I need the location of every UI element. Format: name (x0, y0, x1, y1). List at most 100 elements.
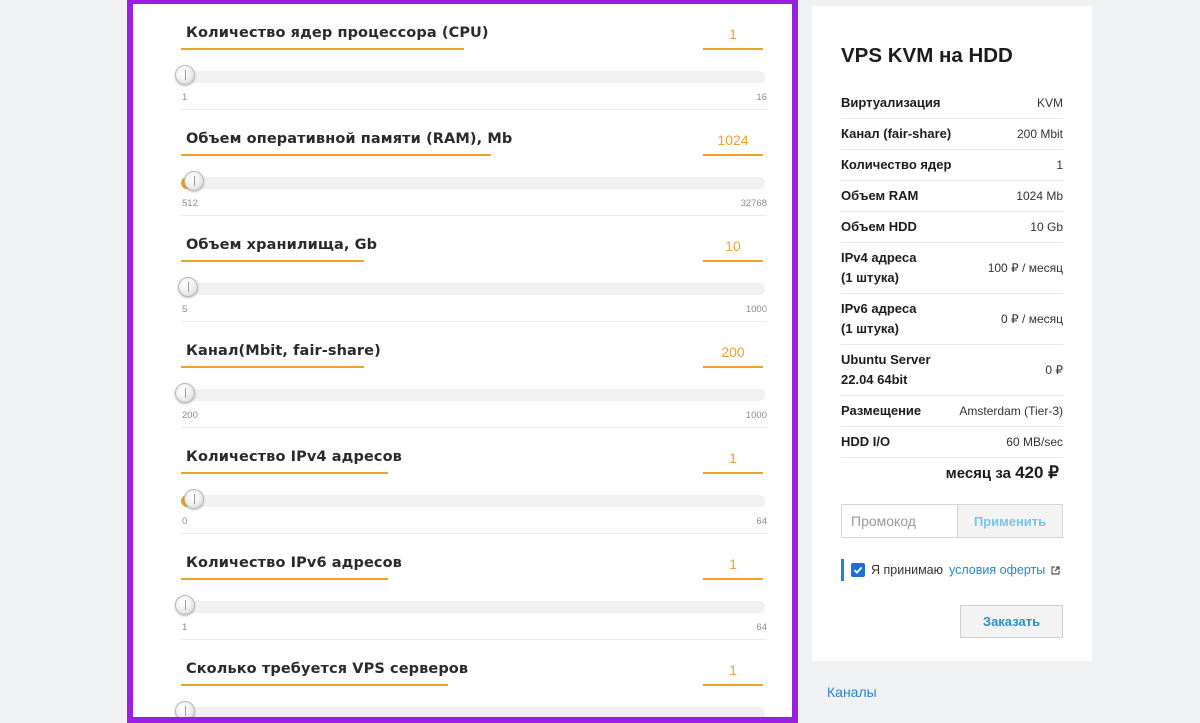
config-row: Объем оперативной памяти (RAM), Mb 512 327… (181, 110, 767, 216)
config-row: Сколько требуется VPS серверов (175, 640, 767, 717)
spec-value: Amsterdam (Tier-3) (959, 404, 1063, 418)
config-row: Канал(Mbit, fair-share) 200 1000 (175, 322, 767, 428)
spec-row: Канал (fair-share) 200 Mbit (841, 119, 1063, 150)
slider-thumb[interactable] (175, 65, 195, 85)
config-row: Количество IPv6 адресов 1 64 (175, 534, 767, 640)
configurator-panel: Количество ядер процессора (CPU) 1 16 Объем… (127, 0, 798, 723)
config-row-label: Канал(Mbit, fair-share) (186, 343, 381, 359)
spec-value: 60 MB/sec (1006, 435, 1063, 449)
config-row-label: Объем оперативной памяти (RAM), Mb (186, 131, 513, 147)
spec-list: Виртуализация KVM Канал (fair-share) 200 Mb… (841, 88, 1063, 458)
spec-value: 200 Mbit (1016, 127, 1063, 141)
spec-key: Объем RAM (841, 188, 919, 203)
spec-key: Размещение (841, 403, 922, 418)
slider-min-label: 0 (182, 516, 188, 527)
spec-value: 100 ₽ / месяц (987, 261, 1063, 275)
offer-agreement: Я принимаю условия оферты (841, 559, 1060, 581)
spec-row: Виртуализация KVM (841, 88, 1063, 119)
promo-code-input[interactable] (841, 504, 957, 538)
config-value-input[interactable] (703, 656, 763, 686)
config-row-label: Количество IPv6 адресов (186, 555, 402, 571)
slider-min-label: 1 (182, 92, 188, 103)
spec-value: 1 (1056, 158, 1063, 172)
spec-row: HDD I/O 60 MB/sec (841, 427, 1063, 458)
total-price: месяц за 420 ₽ (946, 463, 1059, 483)
spec-row: Объем HDD 10 Gb (841, 212, 1063, 243)
slider-track[interactable] (181, 389, 765, 401)
spec-row: Ubuntu Server 22.04 64bit 0 ₽ (841, 345, 1063, 396)
slider-thumb[interactable] (175, 383, 195, 403)
config-value-input[interactable] (703, 126, 763, 156)
config-row-label: Количество IPv4 адресов (186, 449, 402, 465)
slider-max-label: 1000 (745, 304, 767, 315)
spec-key: IPv4 адреса (1 штука) (841, 250, 917, 285)
order-button[interactable]: Заказать (960, 605, 1063, 638)
config-value-input[interactable] (703, 338, 763, 368)
spec-key: Количество ядер (841, 157, 952, 172)
total-amount: 420 ₽ (1015, 463, 1059, 482)
slider-min-label: 5 (182, 304, 188, 315)
spec-key: Канал (fair-share) (841, 126, 952, 141)
spec-value: 1024 Mb (1016, 189, 1063, 203)
label-underline (181, 578, 388, 580)
label-underline (181, 154, 491, 156)
external-link-icon (1051, 566, 1060, 575)
label-underline (181, 684, 448, 686)
config-row-label: Объем хранилища, Gb (186, 237, 378, 253)
spec-row: IPv6 адреса (1 штука) 0 ₽ / месяц (841, 294, 1063, 345)
label-underline (181, 366, 364, 368)
config-row: Объем хранилища, Gb 5 1000 (178, 216, 767, 322)
apply-promo-button[interactable]: Применить (957, 504, 1063, 538)
config-value-input[interactable] (703, 232, 763, 262)
slider-max-label: 64 (756, 516, 767, 527)
label-underline (181, 472, 388, 474)
spec-value: 0 ₽ / месяц (1001, 312, 1063, 326)
slider-min-label: 200 (182, 410, 198, 421)
label-underline (181, 48, 464, 50)
checkmark-icon (853, 566, 863, 574)
spec-row: Количество ядер 1 (841, 150, 1063, 181)
offer-terms-link-text: условия оферты (949, 563, 1046, 577)
spec-key: Ubuntu Server 22.04 64bit (841, 352, 931, 387)
config-value-input[interactable] (703, 20, 763, 50)
config-value-input[interactable] (703, 550, 763, 580)
spec-key: HDD I/O (841, 434, 891, 449)
spec-row: IPv4 адреса (1 штука) 100 ₽ / месяц (841, 243, 1063, 294)
slider-track[interactable] (181, 707, 765, 717)
spec-key: IPv6 адреса (1 штука) (841, 301, 917, 336)
config-row: Количество IPv4 адресов 0 64 (181, 428, 767, 534)
offer-terms-link[interactable]: условия оферты (949, 563, 1060, 577)
slider-track[interactable] (181, 601, 765, 613)
slider-track[interactable] (181, 283, 765, 295)
offer-checkbox[interactable] (851, 563, 865, 577)
total-prefix: месяц за (945, 465, 1011, 482)
slider-min-label: 512 (182, 198, 198, 209)
order-summary-card: VPS KVM на HDD Виртуализация KVM Канал (fa… (812, 6, 1092, 661)
spec-value: 10 Gb (1030, 220, 1063, 234)
channels-link[interactable]: Каналы (827, 684, 877, 700)
config-value-input[interactable] (703, 444, 763, 474)
slider-thumb[interactable] (175, 701, 195, 717)
summary-title: VPS KVM на HDD (841, 44, 1013, 67)
offer-label: Я принимаю (871, 563, 944, 577)
config-row-label: Сколько требуется VPS серверов (186, 661, 469, 677)
slider-min-label: 1 (182, 622, 188, 633)
slider-thumb[interactable] (184, 489, 204, 509)
slider-thumb[interactable] (178, 277, 198, 297)
slider-max-label: 64 (756, 622, 767, 633)
slider-thumb[interactable] (175, 595, 195, 615)
spec-value: 0 ₽ (1045, 363, 1063, 377)
spec-row: Объем RAM 1024 Mb (841, 181, 1063, 212)
slider-max-label: 16 (756, 92, 767, 103)
slider-track[interactable] (181, 177, 765, 189)
slider-track[interactable] (181, 495, 765, 507)
slider-max-label: 1000 (745, 410, 767, 421)
label-underline (181, 260, 364, 262)
spec-value: KVM (1036, 96, 1063, 110)
spec-key: Объем HDD (841, 219, 917, 234)
slider-track[interactable] (181, 71, 765, 83)
config-row-label: Количество ядер процессора (CPU) (186, 25, 489, 41)
slider-max-label: 32768 (740, 198, 767, 209)
slider-thumb[interactable] (184, 171, 204, 191)
spec-row: Размещение Amsterdam (Tier-3) (841, 396, 1063, 427)
